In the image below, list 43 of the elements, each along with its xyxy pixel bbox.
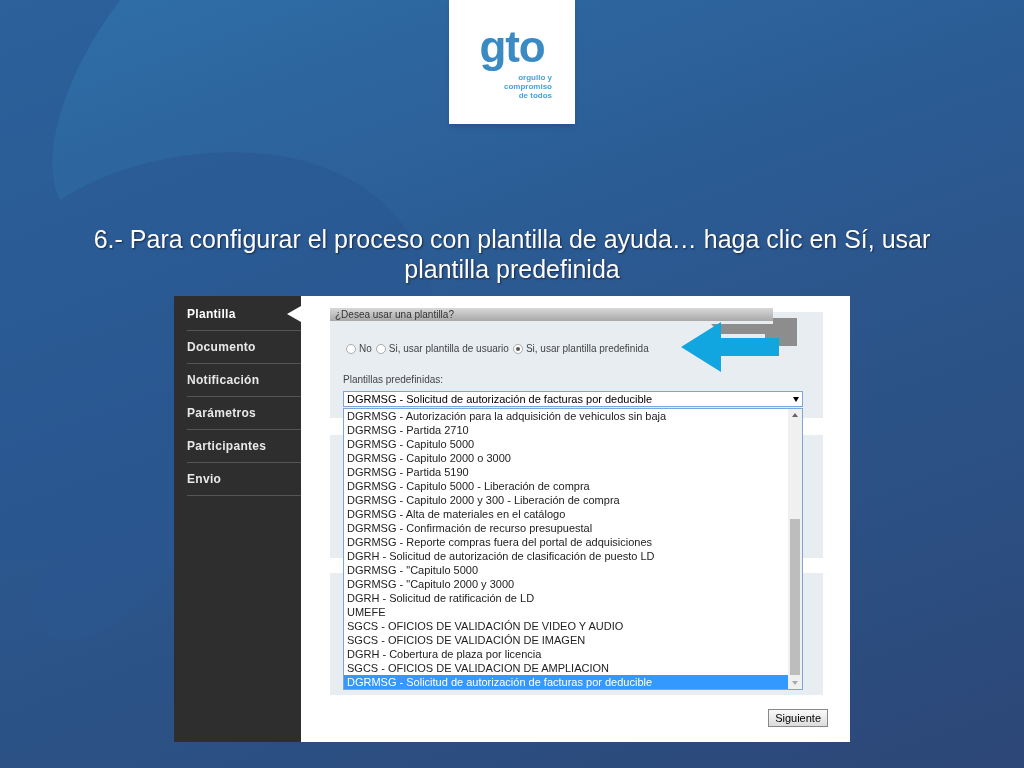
dropdown-option[interactable]: SGCS - OFICIOS DE VALIDACION DE AMPLIACION (344, 661, 788, 675)
dropdown-option[interactable]: DGRMSG - Capitulo 2000 y 300 - Liberación de compra (344, 493, 788, 507)
template-select[interactable]: DGRMSG - Solicitud de autorización de facturas por deducible (343, 391, 803, 407)
dropdown-option[interactable]: DGRMSG - Partida 2710 (344, 423, 788, 437)
dropdown-option[interactable]: SGCS - OFICIOS DE VALIDACIÓN DE VIDEO Y AUDIO (344, 619, 788, 633)
field-label: Plantillas predefinidas: (343, 373, 445, 387)
dropdown-option[interactable]: DGRMSG - Capitulo 2000 o 3000 (344, 451, 788, 465)
logo-tagline: orgullo y (518, 72, 552, 82)
dropdown-caret-icon (793, 396, 799, 402)
sidebar-item[interactable]: Notificación (187, 371, 260, 389)
dropdown-option[interactable]: DGRMSG - Capitulo 5000 (344, 437, 788, 451)
dropdown-option[interactable]: SGCS - OFICIOS DE VALIDACIÓN DE IMAGEN (344, 633, 788, 647)
dropdown-option[interactable]: DGRH - Solicitud de autorización de clasificación de puesto LD (344, 549, 788, 563)
dropdown-option[interactable]: DGRMSG - "Capitulo 2000 y 3000 (344, 577, 788, 591)
next-button[interactable]: Siguiente (768, 709, 828, 727)
pointer-icon (287, 306, 301, 322)
dropdown-option[interactable]: DGRMSG - Confirmación de recurso presupuestal (344, 521, 788, 535)
sidebar-item[interactable]: Envio (187, 470, 222, 488)
radio-option[interactable]: Si, usar plantilla predefinida (512, 341, 649, 356)
panel-title: ¿Desea usar una plantilla? (335, 308, 454, 322)
dropdown-option[interactable]: DGRH - Solicitud de ratificación de LD (344, 591, 788, 605)
dropdown-option[interactable]: UMEFE (344, 605, 788, 619)
slide-title: 6.- Para configurar el proceso con plantilla de ayuda… haga clic en Sí, usar plantilla predefinida (92, 224, 932, 284)
radio-option[interactable]: No (346, 341, 372, 356)
dropdown-option[interactable]: DGRMSG - Partida 5190 (344, 465, 788, 479)
sidebar-item[interactable]: Parámetros (187, 404, 257, 422)
sidebar-item[interactable]: Plantilla (187, 305, 236, 323)
logo-tagline: compromiso (504, 81, 552, 91)
radio-button[interactable] (346, 343, 356, 354)
dropdown-option[interactable]: DGRMSG - Reporte compras fuera del portal de adquisiciones (344, 535, 788, 549)
dropdown-option[interactable]: DGRH - Cobertura de plaza por licencia (344, 647, 788, 661)
radio-option[interactable]: Si, usar plantilla de usuario (375, 341, 509, 356)
logo-mark: gto (479, 24, 545, 69)
radio-button[interactable] (512, 343, 523, 354)
sidebar-item[interactable]: Documento (187, 338, 256, 356)
dropdown-option[interactable]: DGRMSG - "Capitulo 5000 (344, 563, 788, 577)
dropdown-option[interactable]: DGRMSG - Alta de materiales en el catálogo (344, 507, 788, 521)
radio-button[interactable] (375, 343, 386, 354)
dropdown-option[interactable]: DGRMSG - Capitulo 5000 - Liberación de compra (344, 479, 788, 493)
logo-tagline: de todos (518, 90, 552, 100)
dropdown-option[interactable]: DGRMSG - Autorización para la adquisición de vehiculos sin baja (344, 409, 788, 423)
sidebar-item[interactable]: Participantes (187, 437, 267, 455)
arrow-icon (681, 316, 797, 372)
